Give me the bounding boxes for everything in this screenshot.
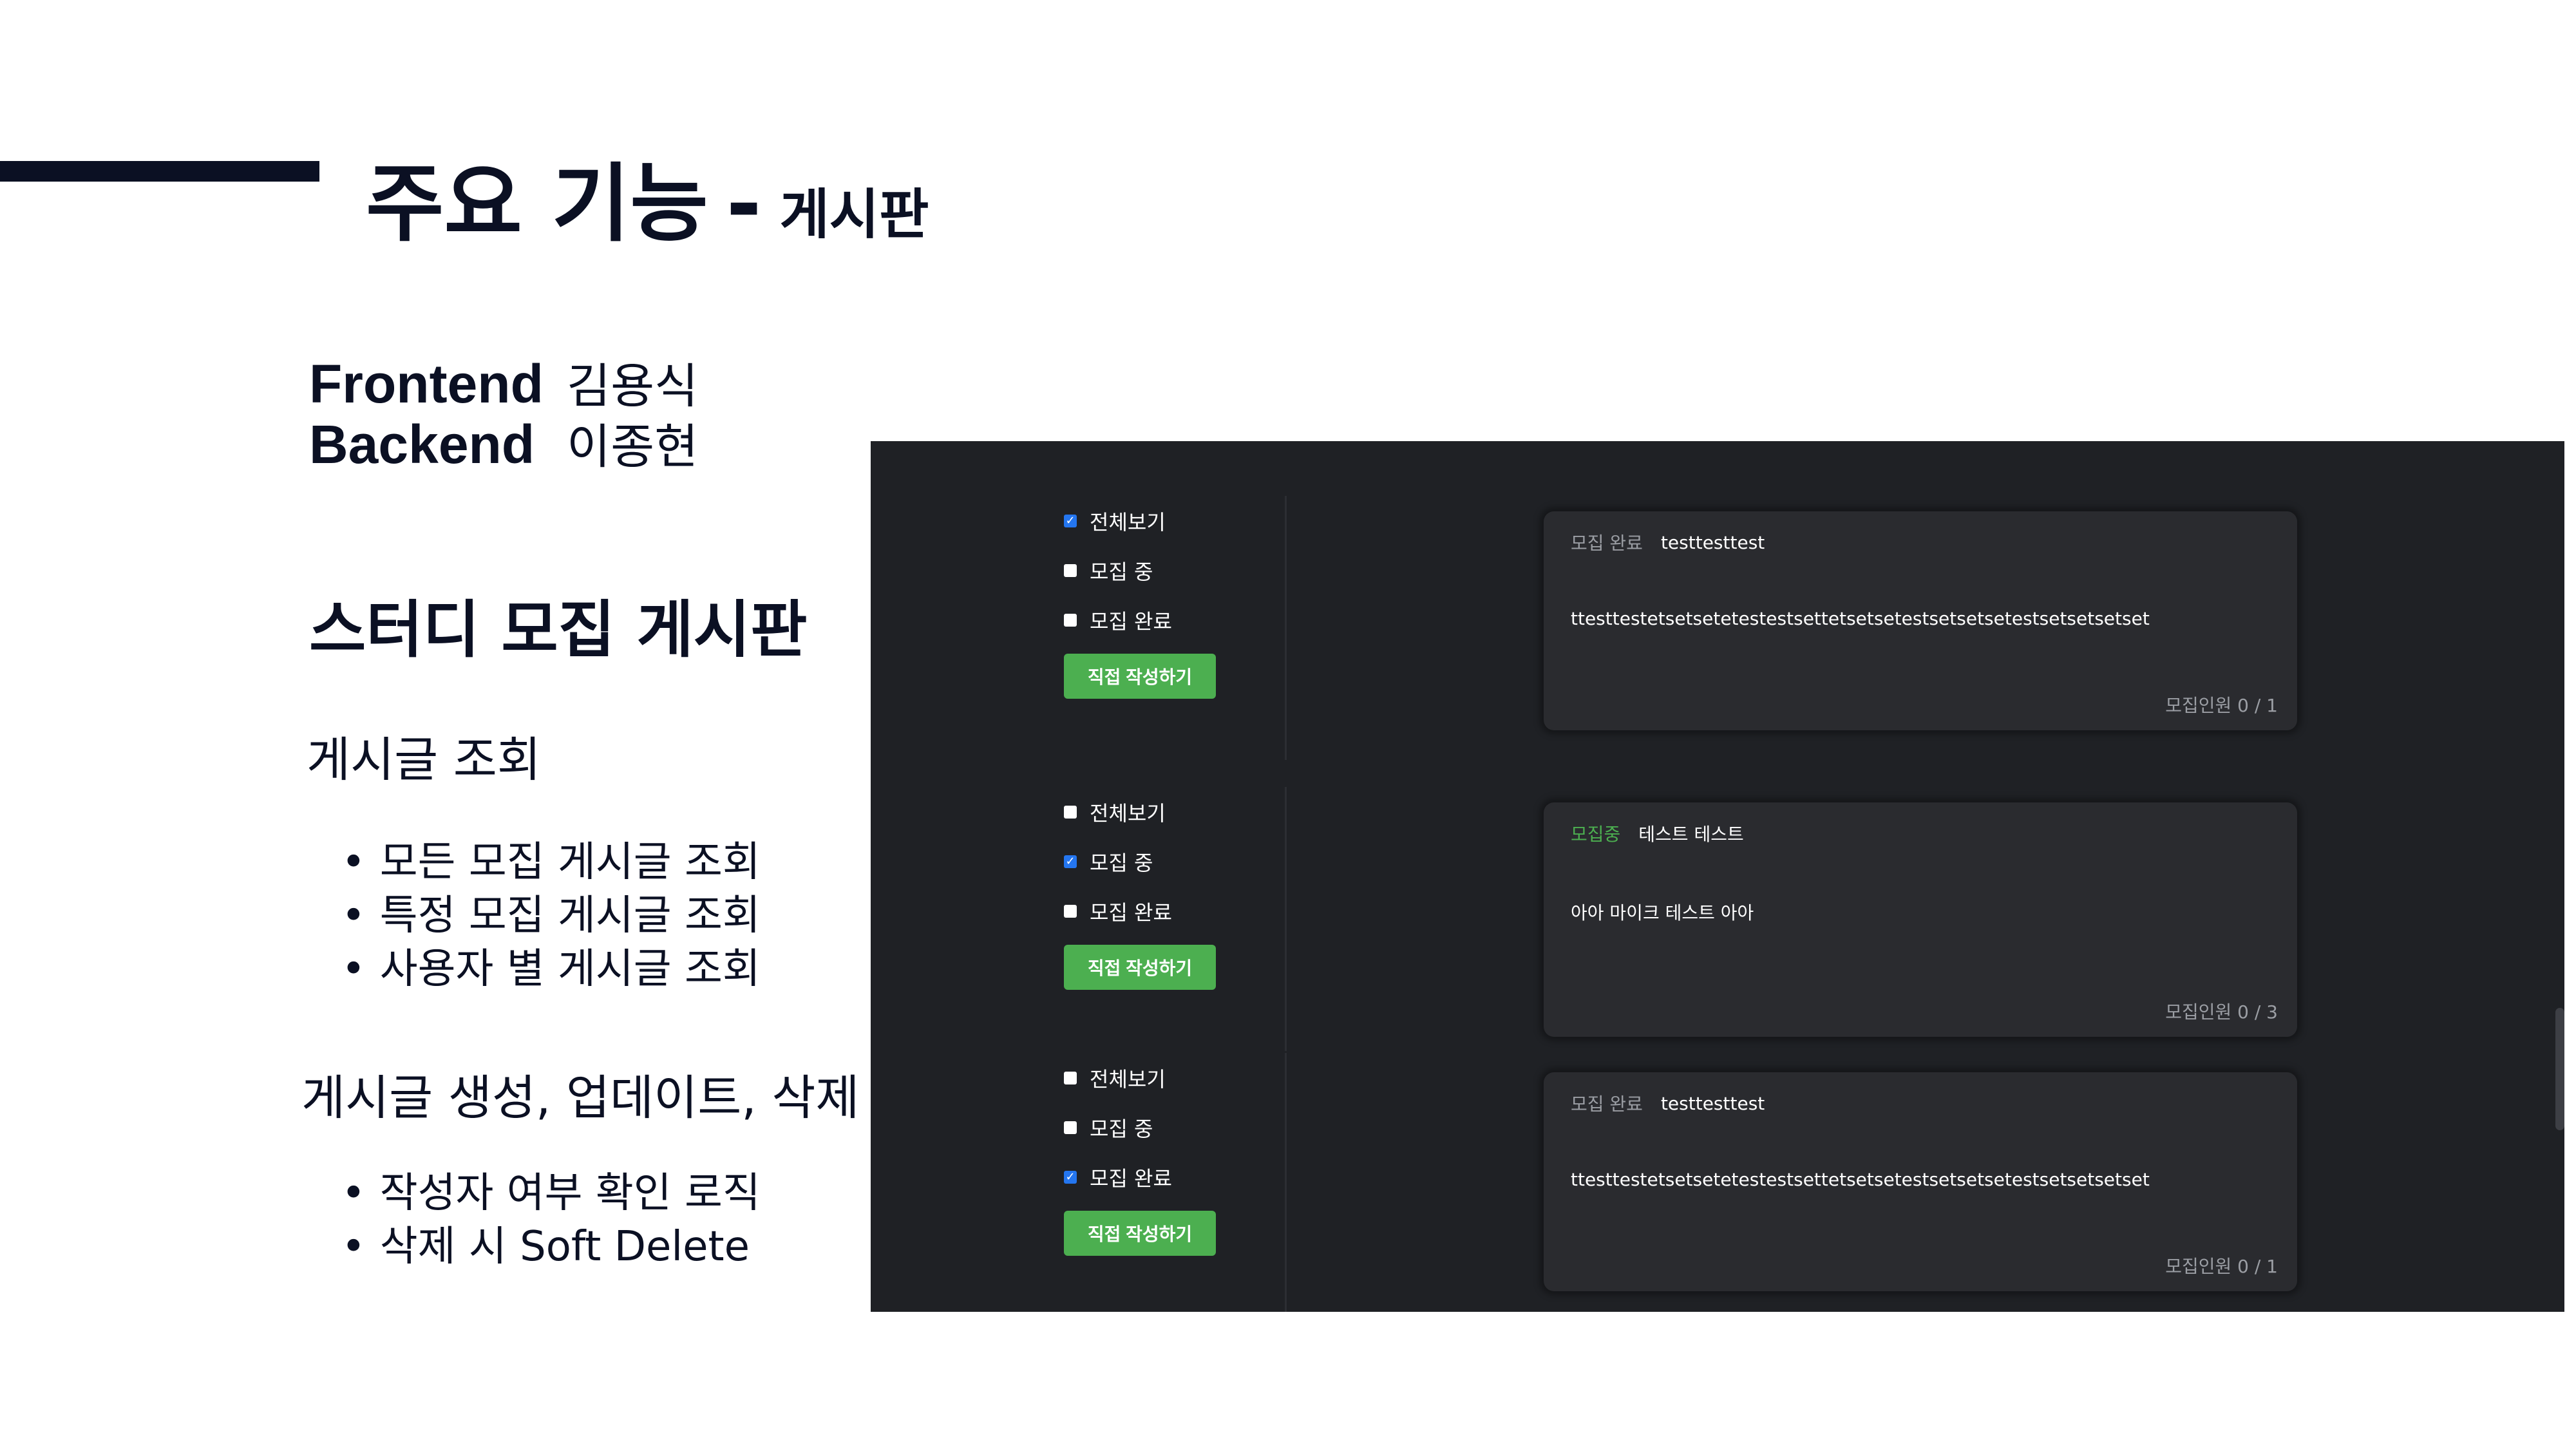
filter-recruiting[interactable]: ✓ 모집 중	[1064, 837, 1257, 886]
slide-title: 주요 기능 - 게시판	[366, 135, 929, 258]
filter-label: 모집 중	[1090, 559, 1153, 584]
team-member-name: 김용식	[567, 359, 699, 414]
team-row-frontend: Frontend 김용식	[309, 348, 698, 414]
divider	[1285, 787, 1287, 1051]
checkbox[interactable]	[1064, 805, 1077, 819]
crud-heading: 게시글 생성, 업데이트, 삭제	[301, 1070, 860, 1126]
filter-completed[interactable]: 모집 완료	[1064, 886, 1257, 936]
filter-label: 전체보기	[1090, 1066, 1166, 1092]
checkbox[interactable]	[1064, 613, 1077, 627]
post-body: ttesttestetsetsetetestestsettetsetsetest…	[1571, 608, 2150, 629]
checkbox[interactable]	[1064, 1071, 1077, 1084]
filter-label: 모집 완료	[1090, 900, 1172, 925]
board-section-recruiting: 전체보기 ✓ 모집 중 모집 완료 직접 작성하기 모집중 테스트 테스트 아아 …	[871, 787, 2564, 1051]
board-screenshot-panel: ✓ 전체보기 모집 중 모집 완료 직접 작성하기 모집 완료 testtestt…	[871, 441, 2564, 1312]
post-member-count: 모집인원 0 / 1	[2165, 1256, 2278, 1277]
filter-completed[interactable]: 모집 완료	[1064, 595, 1257, 645]
checkbox[interactable]: ✓	[1064, 1170, 1077, 1184]
filter-list: 전체보기 ✓ 모집 중 모집 완료 직접 작성하기	[1064, 787, 1257, 990]
team-member-name: 이종현	[567, 419, 699, 475]
filter-list: ✓ 전체보기 모집 중 모집 완료 직접 작성하기	[1064, 496, 1257, 699]
filter-completed[interactable]: ✓ 모집 완료	[1064, 1152, 1257, 1202]
post-member-count: 모집인원 0 / 1	[2165, 695, 2278, 716]
divider	[1285, 496, 1287, 760]
bullet-item: 작성자 여부 확인 로직	[341, 1167, 761, 1220]
filter-label: 모집 중	[1090, 1116, 1153, 1141]
filter-list: 전체보기 모집 중 ✓ 모집 완료 직접 작성하기	[1064, 1053, 1257, 1256]
read-heading: 게시글 조회	[307, 732, 541, 788]
team-credits: Frontend 김용식 Backend 이종현	[309, 348, 698, 475]
read-bullet-list: 모든 모집 게시글 조회 특정 모집 게시글 조회 사용자 별 게시글 조회	[341, 836, 761, 996]
write-post-button[interactable]: 직접 작성하기	[1064, 945, 1216, 990]
filter-label: 전체보기	[1090, 509, 1166, 535]
filter-label: 모집 완료	[1090, 1166, 1172, 1191]
filter-recruiting[interactable]: 모집 중	[1064, 1103, 1257, 1152]
post-title: 테스트 테스트	[1638, 824, 1744, 845]
post-title: testtesttest	[1660, 1092, 1765, 1114]
filter-all[interactable]: 전체보기	[1064, 787, 1257, 837]
filter-label: 모집 완료	[1090, 609, 1172, 634]
filter-label: 모집 중	[1090, 850, 1153, 875]
post-member-count: 모집인원 0 / 3	[2165, 1001, 2278, 1023]
bullet-item: 특정 모집 게시글 조회	[341, 889, 761, 943]
write-post-button[interactable]: 직접 작성하기	[1064, 1211, 1216, 1256]
title-accent-bar	[0, 161, 319, 182]
team-role: Backend	[309, 414, 535, 475]
post-card[interactable]: 모집 완료 testtesttest ttesttestetsetsetetes…	[1544, 511, 2297, 730]
filter-label: 전체보기	[1090, 800, 1166, 826]
bullet-item: 모든 모집 게시글 조회	[341, 836, 761, 889]
bullet-item: 사용자 별 게시글 조회	[341, 943, 761, 996]
slide-title-dash: -	[726, 155, 762, 254]
divider	[1285, 1053, 1287, 1312]
post-card-header: 모집중 테스트 테스트	[1571, 820, 1744, 846]
filter-all[interactable]: ✓ 전체보기	[1064, 496, 1257, 545]
post-status: 모집중	[1571, 824, 1621, 845]
post-body: ttesttestetsetsetetestestsettetsetsetest…	[1571, 1169, 2150, 1190]
checkbox[interactable]: ✓	[1064, 855, 1077, 868]
checkbox[interactable]: ✓	[1064, 514, 1077, 527]
post-card[interactable]: 모집중 테스트 테스트 아아 마이크 테스트 아아 모집인원 0 / 3	[1544, 802, 2297, 1037]
filter-recruiting[interactable]: 모집 중	[1064, 545, 1257, 595]
checkbox[interactable]	[1064, 1121, 1077, 1134]
checkbox[interactable]	[1064, 564, 1077, 577]
board-section-all: ✓ 전체보기 모집 중 모집 완료 직접 작성하기 모집 완료 testtestt…	[871, 496, 2564, 760]
post-card[interactable]: 모집 완료 testtesttest ttesttestetsetsetetes…	[1544, 1072, 2297, 1291]
post-status: 모집 완료	[1571, 1094, 1643, 1115]
post-body: 아아 마이크 테스트 아아	[1571, 902, 1754, 923]
scrollbar-thumb[interactable]	[2555, 1008, 2564, 1130]
filter-all[interactable]: 전체보기	[1064, 1053, 1257, 1103]
checkbox[interactable]	[1064, 904, 1077, 918]
team-row-backend: Backend 이종현	[309, 408, 698, 475]
bullet-item: 삭제 시 Soft Delete	[341, 1220, 761, 1274]
post-card-header: 모집 완료 testtesttest	[1571, 1090, 1765, 1116]
team-role: Frontend	[309, 354, 544, 414]
slide-title-main: 주요 기능	[366, 155, 708, 254]
section-heading: 스터디 모집 게시판	[309, 594, 808, 666]
post-title: testtesttest	[1660, 531, 1765, 553]
slide-title-sub: 게시판	[779, 183, 929, 246]
board-section-completed: 전체보기 모집 중 ✓ 모집 완료 직접 작성하기 모집 완료 testtestt…	[871, 1053, 2564, 1312]
write-post-button[interactable]: 직접 작성하기	[1064, 654, 1216, 699]
crud-bullet-list: 작성자 여부 확인 로직 삭제 시 Soft Delete	[341, 1167, 761, 1274]
post-card-header: 모집 완료 testtesttest	[1571, 529, 1765, 555]
post-status: 모집 완료	[1571, 533, 1643, 554]
